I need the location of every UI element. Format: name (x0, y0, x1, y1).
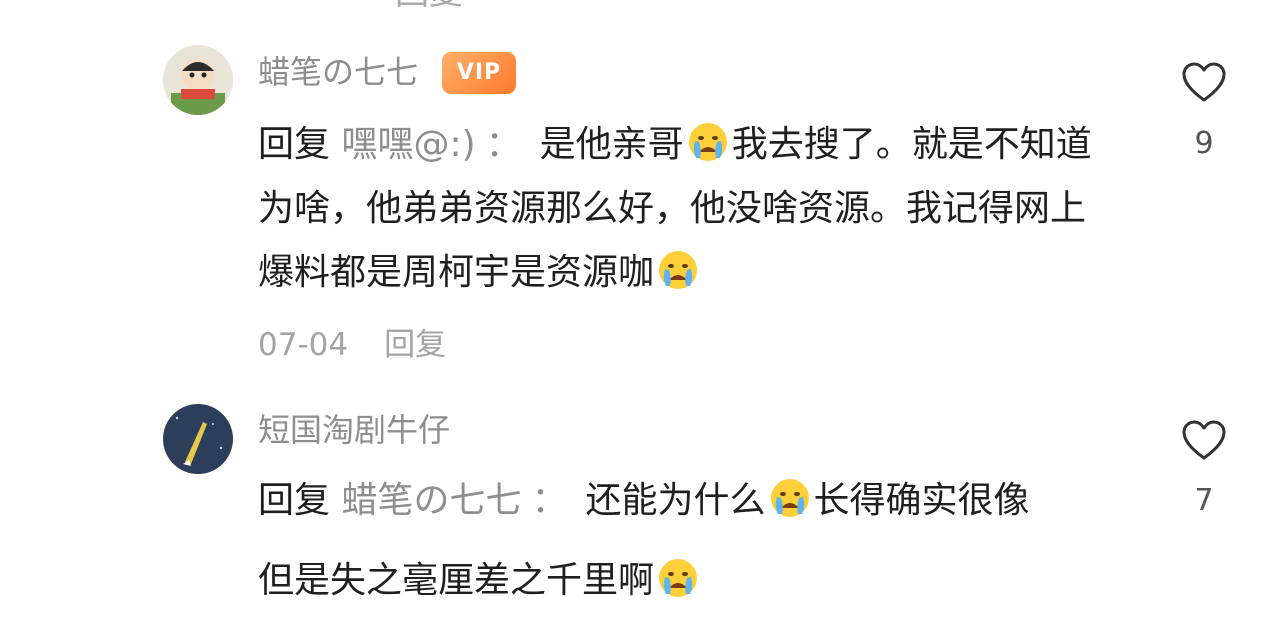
username[interactable]: 短国淘剧牛仔 (258, 410, 450, 450)
comment-text-segment: 还能为什么 (585, 480, 766, 521)
crying-face-emoji-icon (768, 476, 812, 520)
heart-outline-icon[interactable] (1180, 418, 1228, 462)
comment-text-continued: 但是失之毫厘差之千里啊 (258, 549, 1118, 613)
vip-badge: VIP (442, 52, 516, 94)
crying-face-emoji-icon (656, 248, 700, 292)
avatar[interactable] (163, 404, 233, 474)
reply-label: 回复 (258, 480, 331, 521)
reply-label: 回复 (258, 124, 331, 165)
like-count: 9 (1194, 126, 1214, 161)
comment-text-segment: 长得确实很像 (813, 480, 1030, 521)
crying-face-emoji-icon (656, 556, 700, 600)
username[interactable]: 蜡笔の七七 (258, 52, 418, 92)
reply-colon: ： (485, 124, 522, 165)
like-count: 7 (1194, 483, 1214, 518)
comment-text-segment: 是他亲哥 (539, 124, 684, 165)
heart-outline-icon[interactable] (1180, 60, 1228, 104)
reply-button[interactable]: 回复 (384, 327, 446, 363)
comment-meta: 07-04 回复 (258, 325, 446, 365)
comment-text: 回复 嘿嘿@:)：是他亲哥 我去搜了。就是不知道为啥，他弟弟资源那么好，他没啥资源… (258, 113, 1118, 305)
reply-link-previous[interactable]: 回复 (395, 0, 463, 10)
reply-colon: ： (531, 480, 568, 521)
comment-date: 07-04 (258, 327, 349, 363)
reply-target-username[interactable]: 嘿嘿@:) (341, 124, 475, 165)
comment-text-segment: 但是失之毫厘差之千里啊 (258, 560, 655, 601)
crying-face-emoji-icon (686, 120, 730, 164)
reply-target-username[interactable]: 蜡笔の七七 (341, 480, 521, 521)
comment-text: 回复 蜡笔の七七： 还能为什么 长得确实很像 (258, 469, 1118, 533)
avatar[interactable] (163, 45, 233, 115)
